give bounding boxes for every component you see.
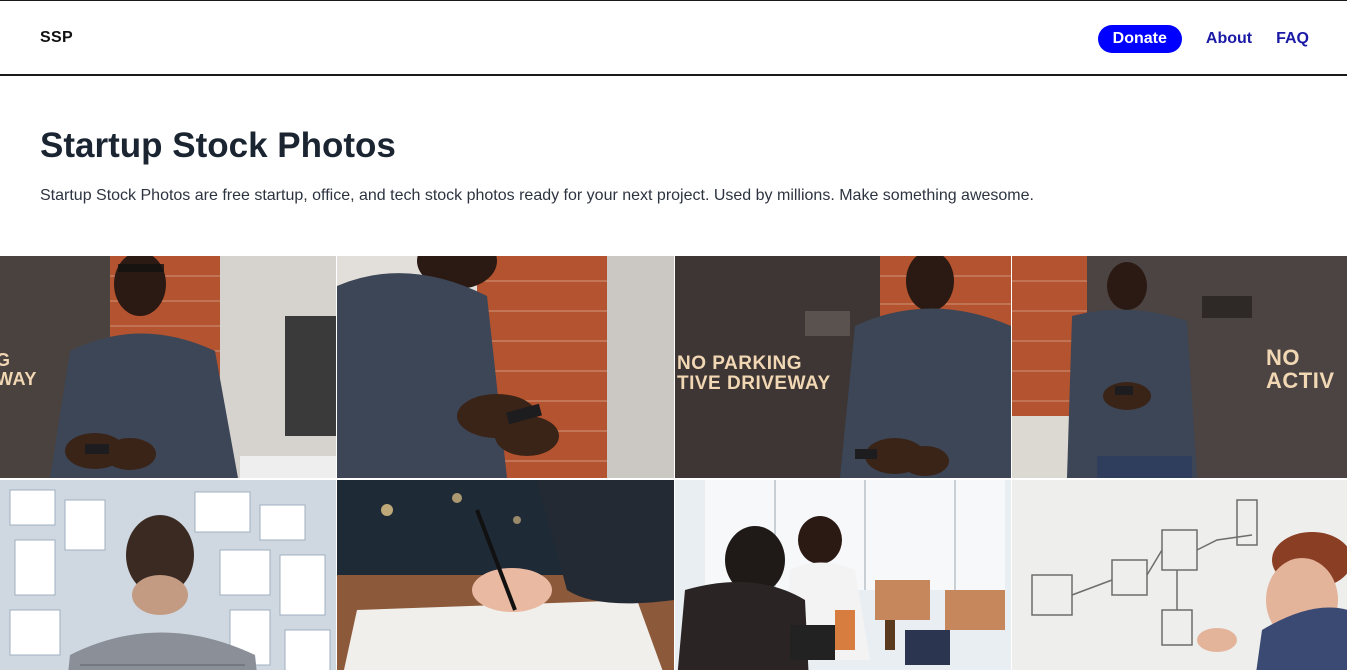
- photo-image: [0, 256, 336, 478]
- sign-text-active: NO ACTIV: [1266, 345, 1335, 394]
- page-title: Startup Stock Photos: [40, 126, 396, 165]
- site-header: SSP Donate About FAQ: [0, 0, 1347, 76]
- nav-faq-link[interactable]: FAQ: [1276, 29, 1309, 49]
- donate-button[interactable]: Donate: [1097, 25, 1182, 53]
- gallery-photo-man-with-phone[interactable]: G WAY: [0, 256, 336, 478]
- gallery-photo-no-parking[interactable]: NO PARKING TIVE DRIVEWAY: [675, 256, 1011, 478]
- gallery-photo-moodboard[interactable]: [0, 480, 336, 670]
- gallery-photo-man-texting[interactable]: [337, 256, 674, 478]
- sign-text-no-parking: NO PARKING TIVE DRIVEWAY: [677, 353, 831, 394]
- site-logo[interactable]: SSP: [40, 29, 73, 47]
- gallery-photo-man-leaning[interactable]: NO ACTIV: [1012, 256, 1347, 478]
- photo-gallery: G WAY NO PARKING TIVE DRIVEWAY NO ACTIV: [0, 256, 1347, 670]
- photo-image: [337, 480, 674, 670]
- gallery-photo-drawing-hand[interactable]: [337, 480, 674, 670]
- gallery-photo-laptop-team[interactable]: [675, 480, 1011, 670]
- nav-about-link[interactable]: About: [1206, 29, 1252, 49]
- photo-image: [0, 480, 336, 670]
- gallery-photo-whiteboard[interactable]: [1012, 480, 1347, 670]
- photo-image: [675, 480, 1011, 670]
- page: SSP Donate About FAQ Startup Stock Photo…: [0, 0, 1347, 670]
- photo-image: [337, 256, 674, 478]
- photo-image: [1012, 480, 1347, 670]
- sign-text-left: G WAY: [0, 350, 37, 389]
- page-description: Startup Stock Photos are free startup, o…: [40, 187, 1034, 204]
- main-nav: Donate About FAQ: [1097, 25, 1309, 53]
